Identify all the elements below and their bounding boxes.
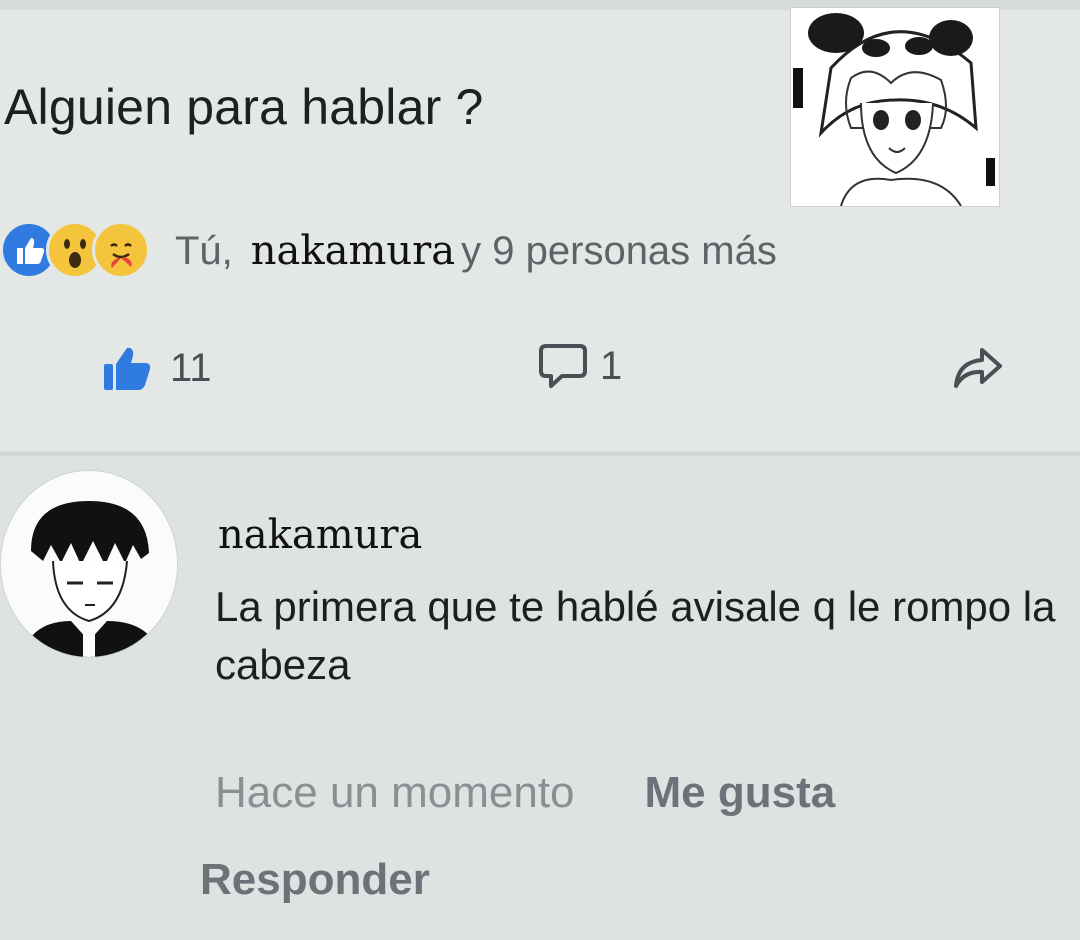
- like-button[interactable]: 11: [100, 342, 212, 394]
- reaction-names-prefix: Tú,: [175, 229, 233, 273]
- commenter-avatar[interactable]: [0, 470, 178, 658]
- share-button[interactable]: [950, 344, 1006, 392]
- post-text: Alguien para hablar ?: [4, 79, 484, 135]
- poster-avatar[interactable]: [790, 7, 1000, 207]
- reply-button[interactable]: Responder: [200, 855, 430, 905]
- thumbs-up-icon: [104, 347, 151, 390]
- comment-button[interactable]: 1: [538, 342, 622, 390]
- comment-icon: [539, 344, 587, 388]
- comment-count: 1: [600, 343, 623, 388]
- reaction-icons[interactable]: [0, 220, 150, 280]
- reaction-tagged-name[interactable]: nakamura: [251, 228, 455, 274]
- comment-body: La primera que te hablé avisale q le rom…: [215, 583, 1056, 688]
- share-icon: [954, 348, 1002, 388]
- post-actions: 11 1: [0, 330, 1080, 410]
- comment-like-button[interactable]: Me gusta: [645, 768, 836, 817]
- care-reaction-icon: [92, 221, 150, 279]
- comment-timestamp[interactable]: Hace un momento: [215, 768, 575, 817]
- section-divider: [0, 452, 1080, 456]
- anime-boy-avatar-icon: [1, 471, 177, 657]
- comment-meta: Hace un momento Me gusta: [215, 768, 835, 818]
- reaction-names[interactable]: Tú, nakamura y 9 personas más: [175, 228, 777, 274]
- anime-panda-hood-icon: [791, 8, 999, 206]
- like-count: 11: [170, 345, 212, 390]
- reaction-names-suffix: y 9 personas más: [461, 229, 777, 273]
- post-card: Alguien para hablar ? Tú, nakamura y 9 p…: [0, 0, 1080, 450]
- comment-author[interactable]: nakamura: [218, 512, 422, 558]
